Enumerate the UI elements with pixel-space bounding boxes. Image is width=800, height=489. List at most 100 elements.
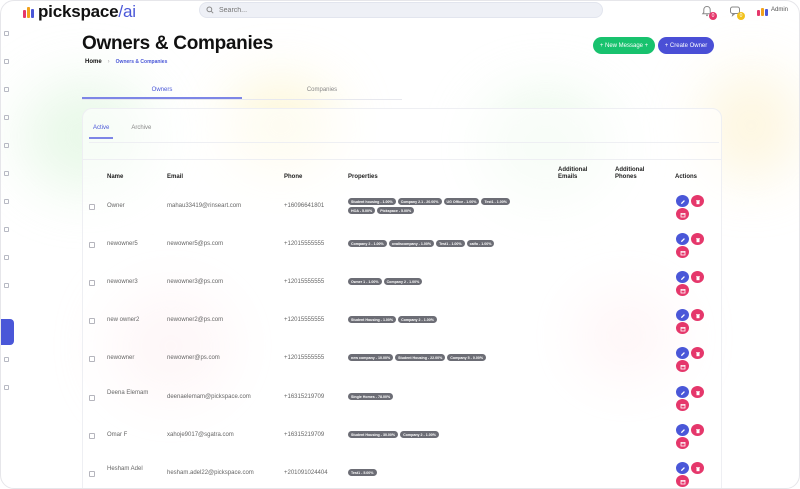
owner-name: Owner: [107, 203, 125, 209]
tab-owners[interactable]: Owners: [82, 85, 242, 99]
avatar: [757, 5, 768, 16]
trash-icon: [695, 459, 701, 477]
owner-phone: +12015555555: [284, 355, 325, 361]
breadcrumb-home[interactable]: Home: [85, 59, 102, 65]
owner-name: Omar F: [107, 432, 128, 438]
messages-button[interactable]: 0: [729, 4, 745, 20]
property-badge: Single Homes - 78.00%: [348, 393, 394, 400]
delete-button[interactable]: [691, 233, 704, 245]
col-phone: Phone: [284, 174, 303, 180]
owner-properties: new company - 10.00% Student Housing - 22…: [348, 354, 538, 361]
schedule-button[interactable]: [676, 322, 689, 334]
row-actions: [676, 233, 706, 263]
property-badge: Student Housing - 1.00%: [348, 316, 397, 323]
main-tabs: Owners Companies: [82, 85, 402, 100]
owner-phone: +16315219709: [284, 394, 325, 400]
owner-email: hesham.adel22@pickspace.com: [167, 470, 254, 476]
divider: [82, 159, 722, 160]
property-badge: Company 2 - 1.00%: [398, 316, 437, 323]
sidebar-bookings-icon[interactable]: [4, 143, 9, 148]
schedule-button[interactable]: [676, 475, 689, 487]
property-badge: Pickspace - 5.00%: [377, 207, 415, 214]
brand-logo[interactable]: pickspace/ai: [23, 2, 136, 22]
delete-button[interactable]: [691, 386, 704, 398]
delete-button[interactable]: [691, 309, 704, 321]
row-actions: [676, 462, 706, 488]
schedule-button[interactable]: [676, 284, 689, 296]
delete-button[interactable]: [691, 347, 704, 359]
trash-icon: [695, 268, 701, 286]
user-menu[interactable]: Admin: [757, 5, 788, 16]
sidebar-settings-icon[interactable]: [4, 357, 9, 362]
property-badge: Student Housing - 22.00%: [395, 354, 446, 361]
trash-icon: [695, 192, 701, 210]
sidebar-dashboard-icon[interactable]: [4, 31, 9, 36]
owner-phone: +12015555555: [284, 317, 325, 323]
delete-button[interactable]: [691, 462, 704, 474]
sidebar-messages-icon[interactable]: [4, 283, 9, 288]
property-badge: UG Office - 1.00%: [443, 198, 480, 205]
table-row: Hesham Adel hesham.adel22@pickspace.com …: [82, 454, 722, 488]
sidebar-buildings-icon[interactable]: [4, 59, 9, 64]
logo-mark-icon: [23, 6, 34, 18]
row-checkbox[interactable]: [89, 471, 95, 477]
property-badge: HOA - 5.00%: [348, 207, 376, 214]
owner-properties: Student housing - 1.00% Company 2.1 - 20.…: [348, 198, 538, 214]
owner-phone: +201091024404: [284, 470, 328, 476]
calendar-icon: [680, 396, 686, 414]
sidebar-calendar-icon[interactable]: [4, 115, 9, 120]
sidebar-invoices-icon[interactable]: [4, 171, 9, 176]
app-window: pickspace/ai 0 0 Admin: [0, 0, 800, 489]
calendar-icon: [680, 281, 686, 299]
property-badge: Company 5 - 0.00%: [447, 354, 487, 361]
sidebar-documents-icon[interactable]: [4, 227, 9, 232]
row-checkbox[interactable]: [89, 356, 95, 362]
delete-button[interactable]: [691, 195, 704, 207]
schedule-button[interactable]: [676, 437, 689, 449]
owner-name: new owner2: [107, 317, 140, 323]
row-checkbox[interactable]: [89, 280, 95, 286]
row-checkbox[interactable]: [89, 433, 95, 439]
schedule-button[interactable]: [676, 208, 689, 220]
calendar-icon: [680, 243, 686, 261]
tab-active[interactable]: Active: [89, 125, 114, 139]
row-checkbox[interactable]: [89, 204, 95, 210]
table-row: newowner3 newowner3@ps.com +12015555555 …: [82, 263, 722, 301]
create-owner-button[interactable]: + Create Owner: [658, 37, 714, 54]
owner-phone: +12015555555: [284, 241, 325, 247]
row-checkbox[interactable]: [89, 242, 95, 248]
notification-button[interactable]: 0: [701, 4, 717, 20]
property-badge: new company - 10.00%: [348, 354, 394, 361]
tab-archive[interactable]: Archive: [127, 125, 155, 139]
table-row: newowner newowner@ps.com +12015555555 ne…: [82, 339, 722, 377]
search-bar[interactable]: [199, 2, 603, 18]
property-badge: Student Housing - 30.00%: [348, 431, 399, 438]
search-input[interactable]: [219, 6, 579, 14]
owner-email: xahoje9017@sgatra.com: [167, 432, 234, 438]
row-checkbox[interactable]: [89, 318, 95, 324]
schedule-button[interactable]: [676, 399, 689, 411]
sidebar-reports-icon[interactable]: [4, 199, 9, 204]
row-checkbox[interactable]: [89, 395, 95, 401]
schedule-button[interactable]: [676, 246, 689, 258]
schedule-button[interactable]: [676, 360, 689, 372]
sidebar-item-owners[interactable]: [1, 319, 14, 345]
delete-button[interactable]: [691, 271, 704, 283]
owner-name: newowner: [107, 355, 135, 361]
sidebar-tickets-icon[interactable]: [4, 255, 9, 260]
sidebar-help-icon[interactable]: [4, 385, 9, 390]
sidebar-users-icon[interactable]: [4, 87, 9, 92]
tab-companies[interactable]: Companies: [242, 85, 402, 99]
row-actions: [676, 195, 706, 225]
new-message-button[interactable]: + New Message +: [593, 37, 655, 54]
breadcrumb-current: Owners & Companies: [115, 59, 168, 65]
property-badge: Company 2 - 1.00%: [383, 278, 423, 285]
row-actions: [676, 386, 706, 416]
delete-button[interactable]: [691, 424, 704, 436]
sidebar: [1, 21, 15, 488]
property-badge: Company 2.1 - 20.00%: [397, 198, 442, 205]
user-label: Admin: [771, 7, 789, 13]
top-actions: 0 0 Admin: [701, 4, 788, 20]
trash-icon: [695, 230, 701, 248]
divider: [89, 142, 719, 143]
